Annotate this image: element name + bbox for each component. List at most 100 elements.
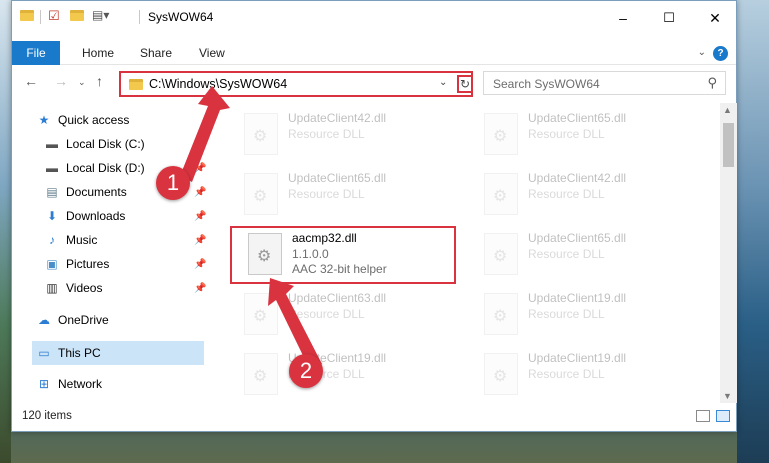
sidebar-item-this-pc[interactable]: ▭ This PC	[36, 342, 101, 364]
refresh-icon[interactable]: ↻	[457, 75, 473, 93]
scroll-up-icon[interactable]: ▲	[723, 105, 732, 115]
search-input[interactable]: Search SysWOW64	[493, 77, 600, 91]
pin-icon[interactable]: 📌	[194, 259, 206, 270]
tab-share[interactable]: Share	[140, 46, 172, 60]
window-title: SysWOW64	[148, 10, 214, 24]
dll-file-icon: ⚙	[484, 233, 518, 275]
scroll-down-icon[interactable]: ▼	[723, 391, 732, 401]
documents-icon: ▤	[46, 185, 58, 199]
file-type: Resource DLL	[288, 187, 365, 201]
file-explorer-window: ☑ ▤▾ SysWOW64 – ☐ ✕ File Home Share View…	[11, 0, 737, 432]
dll-file-icon: ⚙	[484, 353, 518, 395]
sidebar-item-local-disk-d[interactable]: ▬ Local Disk (D:)	[44, 157, 145, 179]
up-arrow-icon[interactable]: ↑	[96, 73, 103, 89]
list-item[interactable]: ⚙ UpdateClient42.dll Resource DLL	[484, 169, 713, 225]
sidebar-item-music[interactable]: ♪ Music	[44, 229, 97, 251]
list-item[interactable]: ⚙ UpdateClient19.dll Resource DLL	[484, 289, 713, 345]
step-1-badge: 1	[156, 166, 190, 200]
ribbon-tabs: File Home Share View ⌄ ?	[12, 41, 736, 65]
scroll-thumb[interactable]	[723, 123, 734, 167]
folder-icon	[20, 10, 34, 21]
properties-icon[interactable]: ☑	[48, 8, 60, 24]
sidebar-item-onedrive[interactable]: ☁ OneDrive	[36, 309, 109, 331]
sidebar-item-local-disk-c[interactable]: ▬ Local Disk (C:)	[44, 133, 145, 155]
address-dropdown-icon[interactable]: ⌄	[439, 77, 447, 88]
sidebar-item-documents[interactable]: ▤ Documents	[44, 181, 126, 203]
sidebar-item-label: Quick access	[58, 113, 130, 127]
file-name: UpdateClient65.dll	[528, 111, 627, 125]
videos-icon: ▥	[46, 281, 58, 295]
drive-icon: ▬	[46, 137, 58, 151]
expand-ribbon-icon[interactable]: ⌄	[698, 47, 706, 58]
star-icon: ★	[38, 113, 50, 127]
file-name: UpdateClient42.dll	[528, 171, 627, 185]
computer-icon: ▭	[38, 346, 50, 360]
list-item[interactable]: ⚙ UpdateClient19.dll Resource DLL	[484, 349, 713, 403]
tab-view[interactable]: View	[199, 46, 225, 60]
sidebar-item-label: Local Disk (D:)	[66, 161, 145, 175]
details-view-icon[interactable]	[696, 410, 710, 422]
help-icon[interactable]: ?	[713, 46, 728, 61]
minimize-button[interactable]: –	[600, 7, 646, 29]
list-item[interactable]: ⚙ UpdateClient65.dll Resource DLL	[484, 109, 713, 165]
dll-file-icon: ⚙	[244, 173, 278, 215]
sidebar-item-label: OneDrive	[58, 313, 109, 327]
dll-file-icon: ⚙	[484, 113, 518, 155]
view-switcher	[696, 410, 730, 422]
sidebar-item-label: Local Disk (C:)	[66, 137, 145, 151]
pin-icon[interactable]: 📌	[194, 283, 206, 294]
customize-toolbar-icon[interactable]: ▤▾	[92, 8, 109, 22]
list-item[interactable]: ⚙ UpdateClient42.dll Resource DLL	[244, 109, 484, 165]
sidebar-item-network[interactable]: ⊞ Network	[36, 373, 102, 395]
folder-icon	[129, 79, 143, 90]
close-button[interactable]: ✕	[692, 7, 738, 29]
dll-file-icon: ⚙	[484, 293, 518, 335]
sidebar-item-label: Network	[58, 377, 103, 391]
dll-file-icon: ⚙	[484, 173, 518, 215]
cloud-icon: ☁	[38, 313, 50, 327]
pictures-icon: ▣	[46, 257, 58, 271]
search-box[interactable]: Search SysWOW64 ⚲	[483, 71, 726, 95]
pin-icon[interactable]: 📌	[194, 235, 206, 246]
step-2-badge: 2	[289, 354, 323, 388]
back-arrow-icon[interactable]: ←	[24, 73, 38, 89]
sidebar-item-downloads[interactable]: ⬇ Downloads	[44, 205, 125, 227]
list-item[interactable]: ⚙ UpdateClient65.dll Resource DLL	[244, 169, 484, 225]
search-icon[interactable]: ⚲	[707, 75, 717, 91]
file-type: Resource DLL	[288, 127, 365, 141]
file-type: Resource DLL	[528, 307, 605, 321]
file-name: UpdateClient65.dll	[288, 171, 387, 185]
file-name: UpdateClient42.dll	[288, 111, 387, 125]
file-name: UpdateClient65.dll	[528, 231, 627, 245]
navigation-bar: ← → ⌄ ↑ C:\Windows\SysWOW64 ⌄ ↻ Search S…	[12, 69, 736, 99]
new-folder-icon[interactable]	[70, 10, 84, 21]
sidebar-item-label: This PC	[58, 346, 101, 360]
desktop-background-left	[0, 0, 11, 463]
title-separator	[139, 10, 140, 24]
sidebar-item-quick-access[interactable]: ★ Quick access	[36, 109, 130, 131]
title-bar: ☑ ▤▾ SysWOW64 – ☐ ✕	[12, 1, 736, 34]
file-type: Resource DLL	[528, 187, 605, 201]
drive-icon: ▬	[46, 161, 58, 175]
tab-home[interactable]: Home	[82, 46, 114, 60]
title-separator	[40, 10, 41, 24]
vertical-scrollbar[interactable]: ▲ ▼	[720, 103, 737, 403]
dll-file-icon: ⚙	[244, 113, 278, 155]
sidebar-item-pictures[interactable]: ▣ Pictures	[44, 253, 109, 275]
file-name: UpdateClient19.dll	[528, 291, 627, 305]
tab-file[interactable]: File	[12, 41, 60, 65]
sidebar-item-label: Pictures	[66, 257, 110, 271]
file-type: Resource DLL	[528, 367, 605, 381]
pin-icon[interactable]: 📌	[194, 211, 206, 222]
maximize-button[interactable]: ☐	[646, 7, 692, 29]
sidebar-item-label: Downloads	[66, 209, 126, 223]
tiles-view-icon[interactable]	[716, 410, 730, 422]
recent-locations-icon[interactable]: ⌄	[78, 77, 86, 88]
list-item[interactable]: ⚙ UpdateClient65.dll Resource DLL	[484, 229, 713, 285]
desktop-background-right	[737, 0, 769, 463]
sidebar-item-label: Videos	[66, 281, 103, 295]
file-type: Resource DLL	[528, 247, 605, 261]
sidebar-item-videos[interactable]: ▥ Videos	[44, 277, 102, 299]
forward-arrow-icon[interactable]: →	[54, 73, 68, 89]
download-icon: ⬇	[46, 209, 58, 223]
